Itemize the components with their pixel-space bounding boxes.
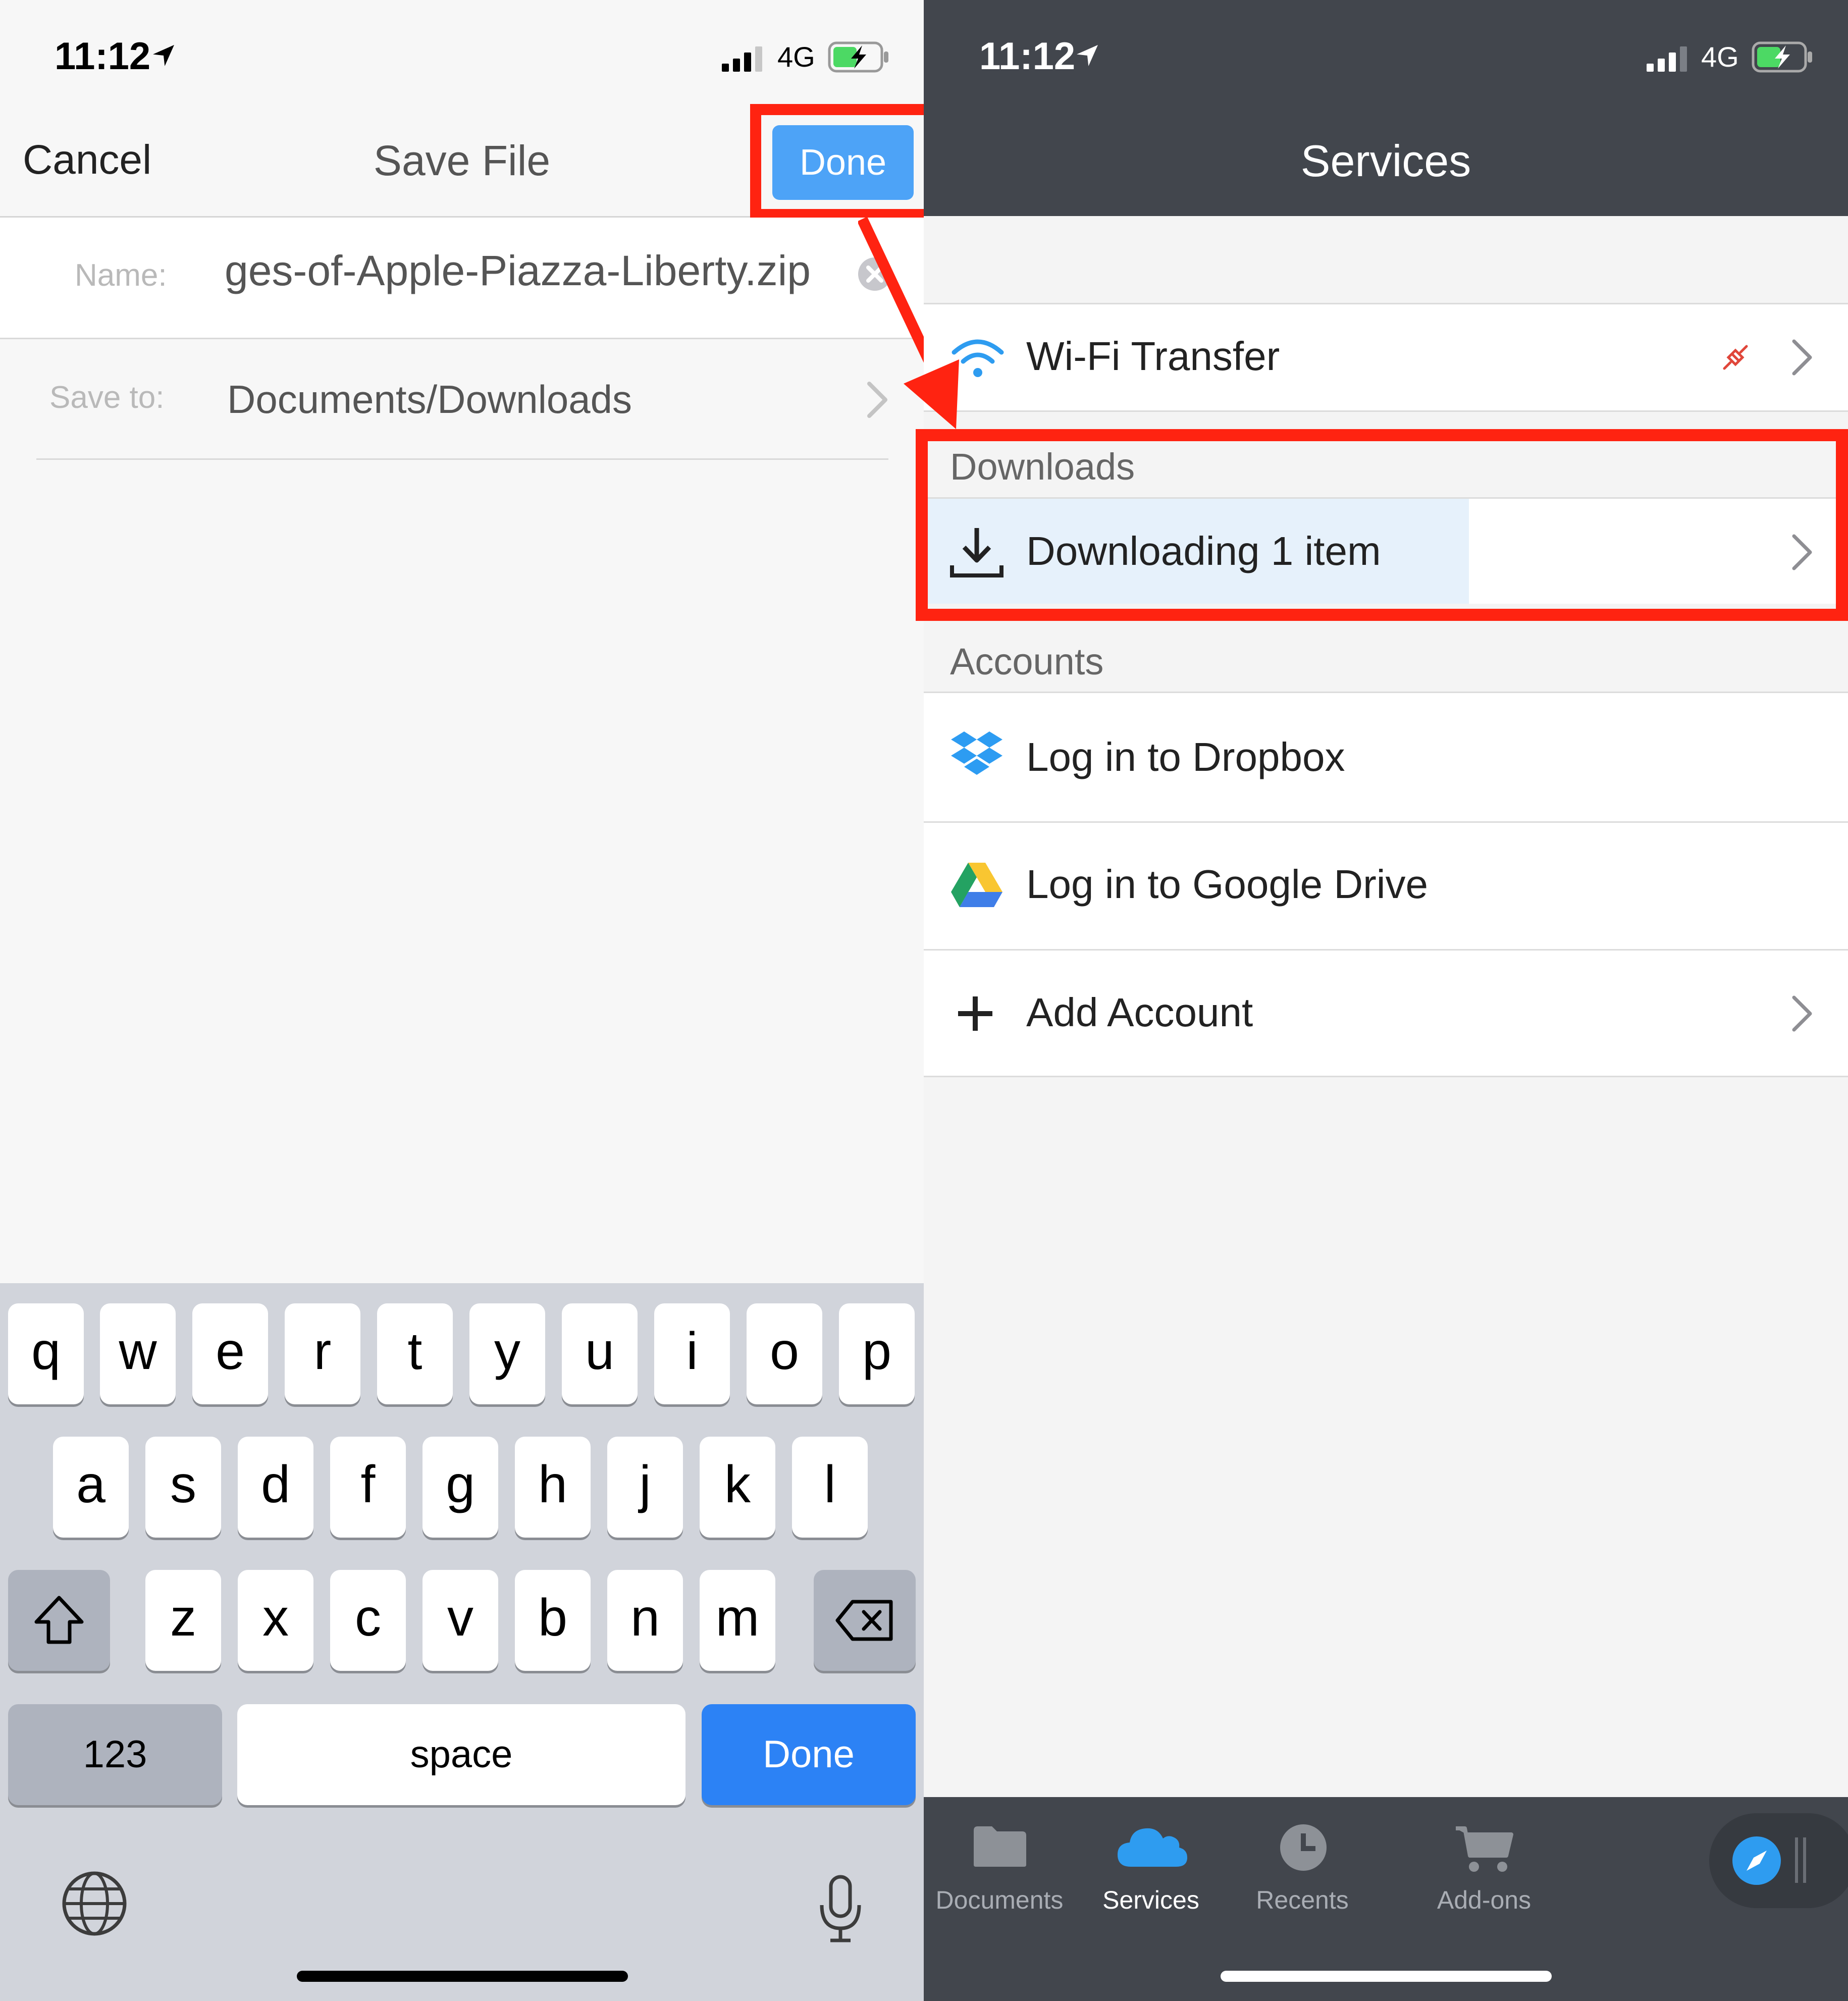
cloud-icon: [1118, 1828, 1187, 1867]
key-j[interactable]: j: [607, 1437, 683, 1538]
key-e[interactable]: e: [192, 1303, 268, 1404]
key-s[interactable]: s: [145, 1437, 221, 1538]
tab-recents-label: Recents: [1256, 1886, 1349, 1914]
microphone-icon[interactable]: [818, 1874, 863, 1944]
status-time: 11:12: [55, 35, 151, 78]
key-n[interactable]: n: [607, 1570, 683, 1671]
key-b[interactable]: b: [515, 1570, 591, 1671]
tab-services-label: Services: [1102, 1886, 1199, 1914]
key-c[interactable]: c: [330, 1570, 406, 1671]
downloads-highlight-box: [916, 429, 1848, 621]
chevron-right-icon: [1792, 995, 1812, 1032]
key-o[interactable]: o: [747, 1303, 822, 1404]
battery-charging-icon: [828, 41, 888, 73]
key-g[interactable]: g: [423, 1437, 498, 1538]
key-z[interactable]: z: [145, 1570, 221, 1671]
divider: [924, 410, 1848, 412]
key-d[interactable]: d: [238, 1437, 313, 1538]
space-key[interactable]: space: [237, 1704, 685, 1805]
keyboard: q w e r t y u i o p a s d f g h j k l z …: [0, 1283, 924, 2001]
divider: [924, 1076, 1848, 1077]
name-input[interactable]: ges-of-Apple-Piazza-Liberty.zip: [225, 246, 846, 295]
key-a[interactable]: a: [53, 1437, 129, 1538]
annotation-arrow-head: [904, 359, 959, 429]
save-to-value: Documents/Downloads: [227, 377, 632, 422]
home-indicator: [297, 1971, 628, 1982]
key-m[interactable]: m: [700, 1570, 775, 1671]
key-x[interactable]: x: [238, 1570, 313, 1671]
dropbox-login-label: Log in to Dropbox: [1026, 734, 1345, 779]
network-type: 4G: [1701, 41, 1739, 73]
network-type: 4G: [777, 41, 815, 73]
plus-icon: [958, 996, 992, 1031]
save-file-screen: 11:12 4G Cancel Save File Done Name: ges…: [0, 0, 924, 2001]
signal-icon: [1647, 46, 1687, 72]
globe-icon[interactable]: [60, 1869, 129, 1938]
key-r[interactable]: r: [285, 1303, 360, 1404]
key-t[interactable]: t: [377, 1303, 453, 1404]
divider: [36, 458, 888, 460]
disconnected-icon: [1723, 345, 1748, 370]
save-to-label: Save to:: [49, 380, 165, 415]
key-i[interactable]: i: [654, 1303, 730, 1404]
key-q[interactable]: q: [8, 1303, 84, 1404]
grip-handle: [1795, 1837, 1798, 1883]
chevron-right-icon: [1792, 339, 1812, 376]
browser-floating-button[interactable]: [1709, 1813, 1848, 1908]
numbers-key[interactable]: 123: [8, 1704, 222, 1805]
key-k[interactable]: k: [700, 1437, 775, 1538]
key-u[interactable]: u: [562, 1303, 638, 1404]
name-label: Name:: [75, 258, 167, 293]
key-v[interactable]: v: [423, 1570, 498, 1671]
status-time: 11:12: [979, 35, 1076, 78]
wifi-transfer-label: Wi-Fi Transfer: [1026, 334, 1280, 379]
shift-key[interactable]: [8, 1570, 110, 1671]
backspace-icon: [835, 1600, 893, 1641]
add-account-label: Add Account: [1026, 990, 1253, 1035]
cart-icon: [1456, 1826, 1513, 1872]
tab-documents-label: Documents: [935, 1886, 1064, 1914]
clock-icon: [1280, 1824, 1327, 1871]
tab-addons-label: Add-ons: [1437, 1886, 1532, 1914]
key-p[interactable]: p: [839, 1303, 915, 1404]
compass-icon: [1732, 1836, 1781, 1885]
services-screen: 11:12 4G Services Wi-Fi Transfer Downloa…: [924, 0, 1848, 2001]
done-highlight-box: [750, 104, 924, 220]
google-drive-login-label: Log in to Google Drive: [1026, 862, 1429, 907]
accounts-section-header: Accounts: [950, 641, 1104, 682]
key-l[interactable]: l: [792, 1437, 868, 1538]
folder-icon: [974, 1826, 1026, 1867]
key-f[interactable]: f: [330, 1437, 406, 1538]
battery-charging-icon: [1752, 41, 1812, 73]
backspace-key[interactable]: [814, 1570, 916, 1671]
page-title: Services: [1300, 136, 1471, 186]
home-indicator: [1221, 1971, 1552, 1982]
key-w[interactable]: w: [100, 1303, 176, 1404]
shift-icon: [34, 1596, 84, 1644]
signal-icon: [722, 46, 762, 72]
google-drive-icon: [951, 863, 1002, 907]
location-arrow-icon: [1077, 45, 1098, 66]
keyboard-done-key[interactable]: Done: [702, 1704, 916, 1805]
key-h[interactable]: h: [515, 1437, 591, 1538]
location-arrow-icon: [153, 45, 174, 66]
grip-handle: [1803, 1837, 1806, 1883]
dropbox-icon: [951, 731, 1002, 775]
key-y[interactable]: y: [469, 1303, 545, 1404]
